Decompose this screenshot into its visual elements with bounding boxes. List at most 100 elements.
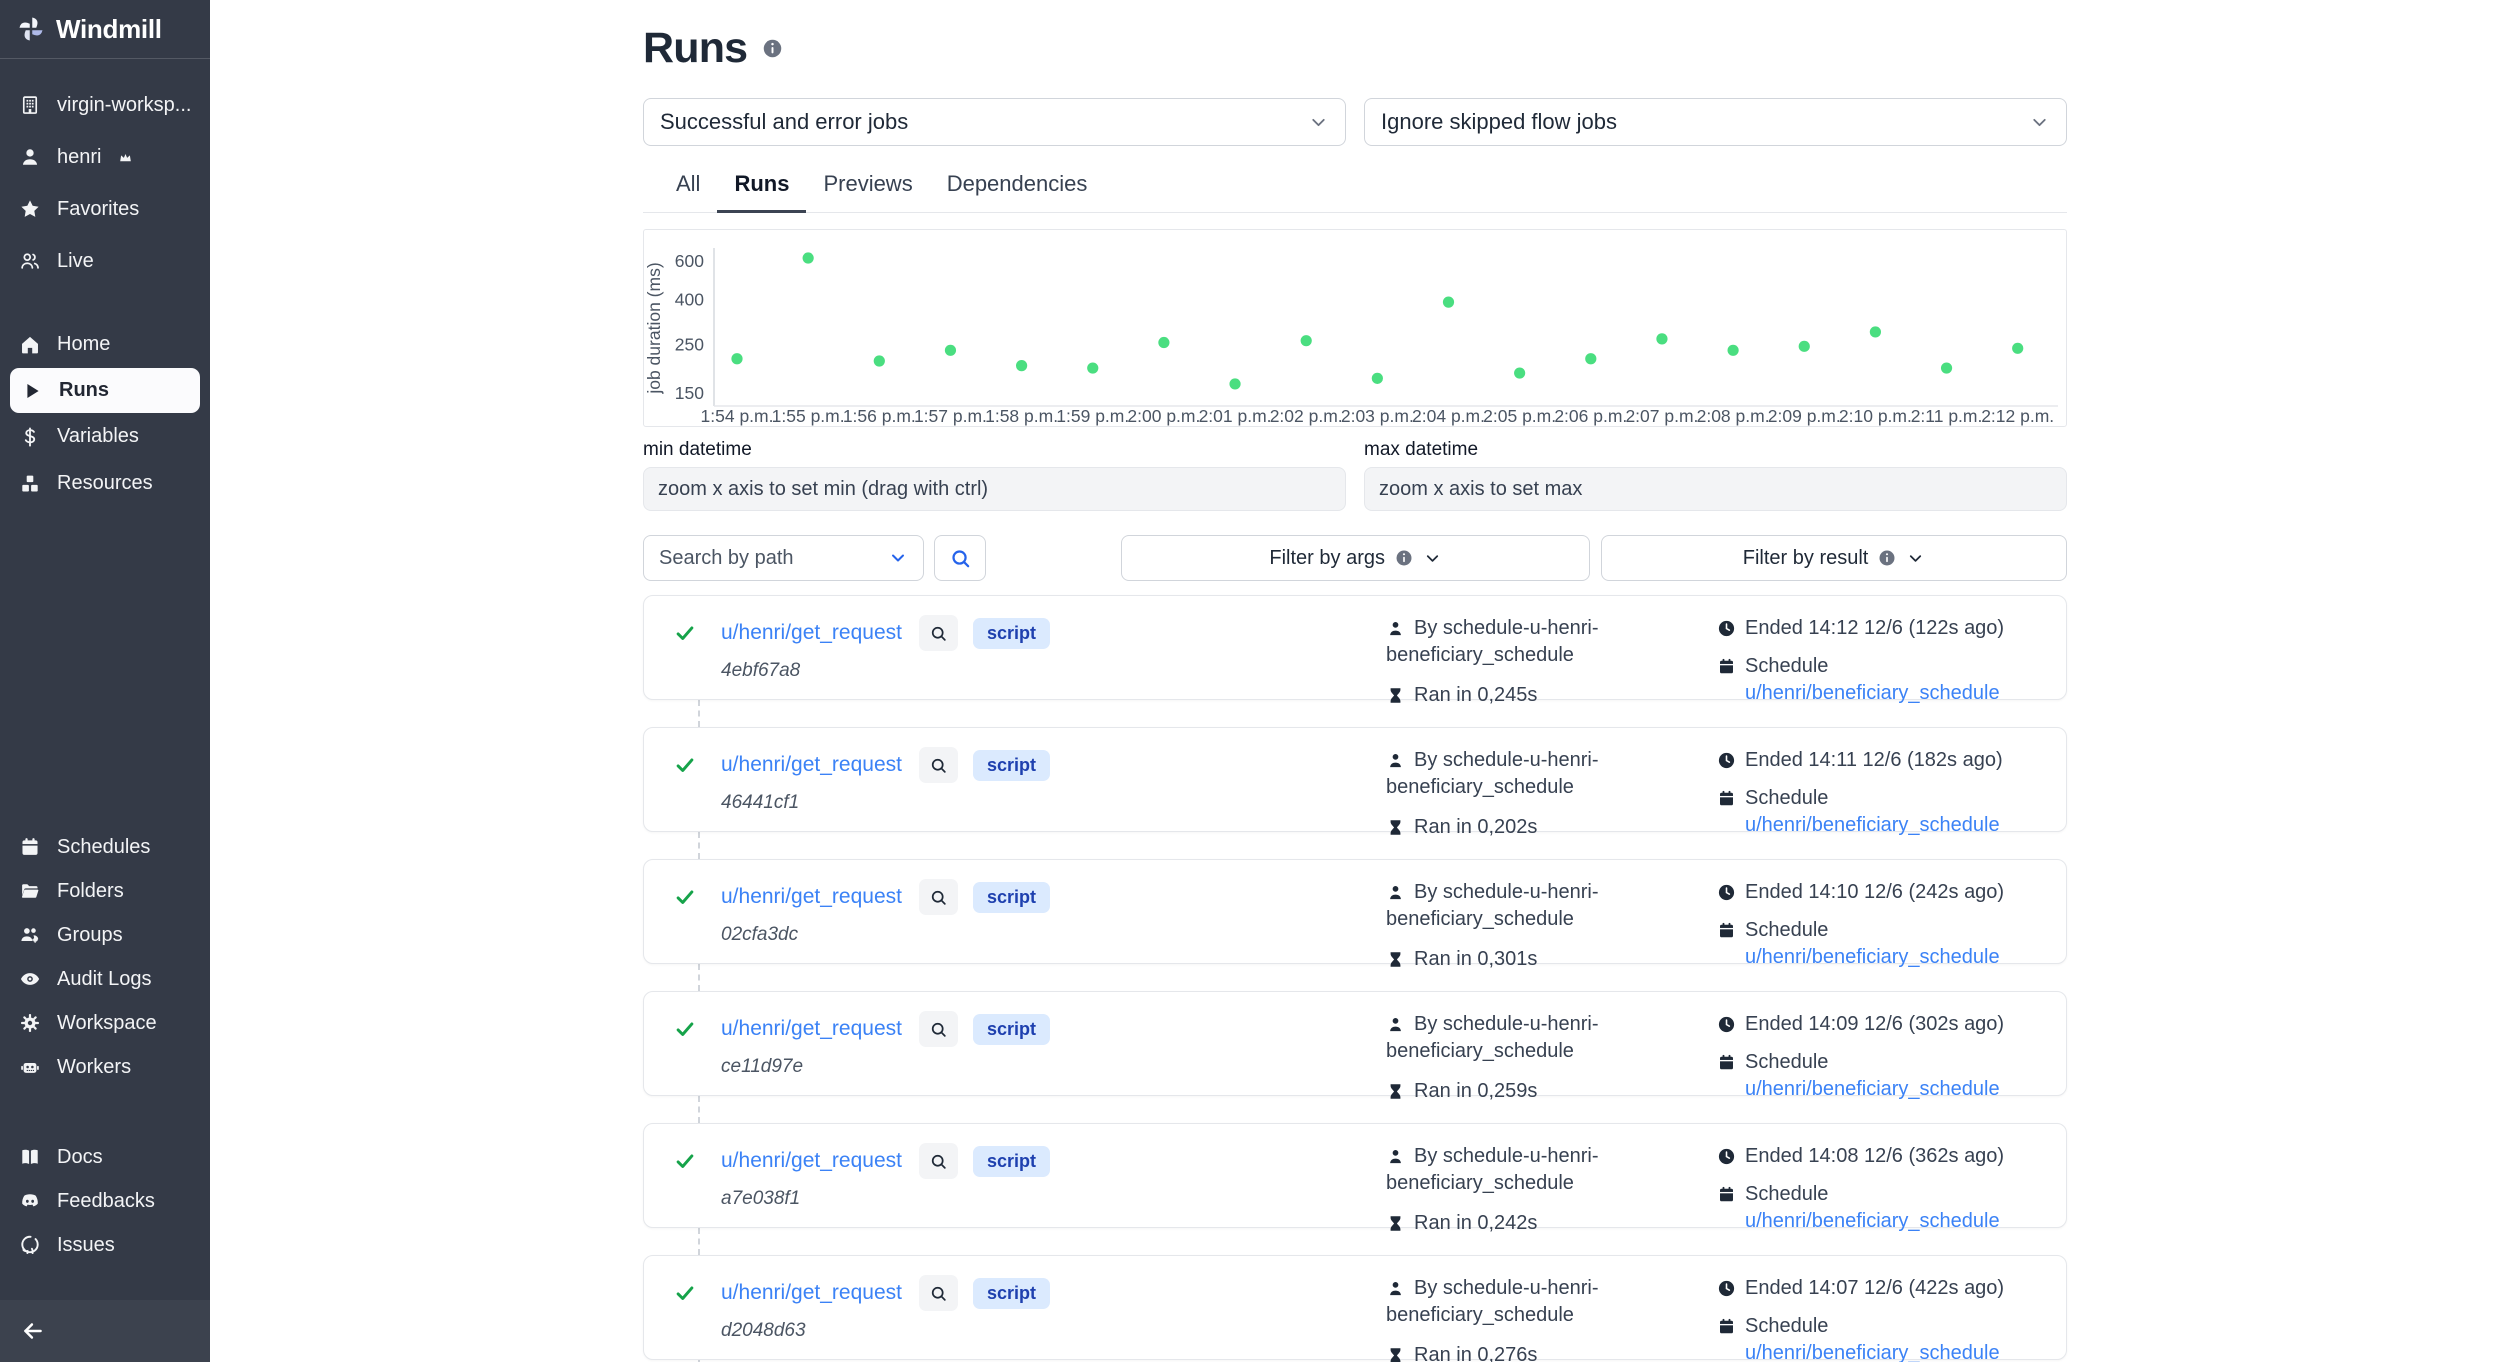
run-details-search-button[interactable]: [919, 615, 958, 651]
data-point: [1443, 297, 1454, 308]
eye-icon: [18, 967, 42, 991]
sidebar-item-live[interactable]: Live: [0, 235, 210, 287]
job-kind-badge: script: [973, 1014, 1050, 1045]
sidebar-item-label: Runs: [59, 379, 109, 402]
filter-args-label: Filter by args: [1269, 547, 1385, 570]
max-datetime-input[interactable]: [1364, 467, 2067, 511]
sidebar-item-folders[interactable]: Folders: [0, 869, 210, 913]
max-datetime-label: max datetime: [1364, 439, 2067, 461]
success-check-icon: [674, 1018, 696, 1040]
scatter-plot-canvas[interactable]: 600400250150job duration (ms)1:54 p.m.1:…: [644, 230, 2066, 426]
run-path-link[interactable]: u/henri/get_request: [721, 885, 902, 909]
sidebar-item-label: henri: [57, 146, 101, 169]
sidebar-item-label: Workspace: [57, 1012, 157, 1035]
hourglass-icon: [1386, 950, 1405, 969]
sidebar-item-groups[interactable]: Groups: [0, 913, 210, 957]
run-ended-at: Ended 14:09 12/6 (302s ago): [1717, 1011, 2062, 1038]
run-trigger-schedule-name: beneficiary_schedule: [1386, 906, 1696, 933]
sidebar-item-schedules[interactable]: Schedules: [0, 825, 210, 869]
job-kind-badge: script: [973, 1278, 1050, 1309]
job-kind-badge: script: [973, 750, 1050, 781]
tab-runs[interactable]: Runs: [717, 171, 806, 213]
tab-previews[interactable]: Previews: [806, 171, 929, 213]
runs-info-icon[interactable]: [762, 38, 783, 59]
sidebar-item-label: Audit Logs: [57, 968, 152, 991]
chevron-down-icon: [1906, 549, 1925, 568]
sidebar-item-workers[interactable]: Workers: [0, 1045, 210, 1089]
sidebar-item-issues[interactable]: Issues: [0, 1223, 210, 1267]
schedule-link[interactable]: u/henri/beneficiary_schedule: [1745, 1342, 2000, 1362]
run-card[interactable]: u/henri/get_requestscript4ebf67a8By sche…: [643, 595, 2067, 700]
job-status-select[interactable]: Successful and error jobs: [643, 98, 1346, 146]
sidebar-item-label: Feedbacks: [57, 1190, 155, 1213]
filter-by-result-button[interactable]: Filter by result: [1601, 535, 2067, 581]
search-by-path-select[interactable]: Search by path: [643, 535, 924, 581]
data-point: [1301, 335, 1312, 346]
data-point: [1016, 360, 1027, 371]
schedule-link[interactable]: u/henri/beneficiary_schedule: [1745, 1210, 2000, 1232]
sidebar-item-runs[interactable]: Runs: [10, 368, 200, 413]
run-card[interactable]: u/henri/get_requestscriptce11d97eBy sche…: [643, 991, 2067, 1096]
sidebar-item-variables[interactable]: Variables: [0, 413, 210, 460]
run-card[interactable]: u/henri/get_requestscript02cfa3dcBy sche…: [643, 859, 2067, 964]
home-icon: [18, 333, 42, 357]
sidebar-item-resources[interactable]: Resources: [0, 460, 210, 507]
calendar-solid-icon: [1717, 921, 1736, 940]
job-duration-chart[interactable]: 600400250150job duration (ms)1:54 p.m.1:…: [643, 229, 2067, 427]
run-card[interactable]: u/henri/get_requestscript46441cf1By sche…: [643, 727, 2067, 832]
run-card[interactable]: u/henri/get_requestscripta7e038f1By sche…: [643, 1123, 2067, 1228]
data-point: [1229, 378, 1240, 389]
run-details-search-button[interactable]: [919, 747, 958, 783]
filter-by-args-button[interactable]: Filter by args: [1121, 535, 1590, 581]
y-tick-label: 400: [675, 290, 704, 310]
tab-all[interactable]: All: [659, 171, 717, 213]
run-details-search-button[interactable]: [919, 1011, 958, 1047]
sidebar-item-feedbacks[interactable]: Feedbacks: [0, 1179, 210, 1223]
sidebar-item-favorites[interactable]: Favorites: [0, 183, 210, 235]
tab-dependencies[interactable]: Dependencies: [930, 171, 1105, 213]
schedule-link[interactable]: u/henri/beneficiary_schedule: [1745, 814, 2000, 836]
skipped-flow-select[interactable]: Ignore skipped flow jobs: [1364, 98, 2067, 146]
run-path-link[interactable]: u/henri/get_request: [721, 1149, 902, 1173]
schedule-link[interactable]: u/henri/beneficiary_schedule: [1745, 682, 2000, 704]
run-schedule: Schedule u/henri/beneficiary_schedule: [1717, 653, 2062, 707]
data-point: [1941, 362, 1952, 373]
run-card[interactable]: u/henri/get_requestscriptd2048d63By sche…: [643, 1255, 2067, 1360]
schedule-link[interactable]: u/henri/beneficiary_schedule: [1745, 1078, 2000, 1100]
sidebar-item-home[interactable]: Home: [0, 321, 210, 368]
y-tick-label: 600: [675, 251, 704, 271]
run-timing-info: Ended 14:07 12/6 (422s ago)Schedule u/he…: [1717, 1275, 2062, 1362]
bot-icon: [18, 1055, 42, 1079]
app-logo[interactable]: Windmill: [0, 0, 210, 59]
run-path-link[interactable]: u/henri/get_request: [721, 1281, 902, 1305]
sidebar-item-docs[interactable]: Docs: [0, 1135, 210, 1179]
calendar-icon: [18, 835, 42, 859]
data-point: [1585, 353, 1596, 364]
min-datetime-label: min datetime: [643, 439, 1346, 461]
min-datetime-input[interactable]: [643, 467, 1346, 511]
collapse-sidebar-button[interactable]: [0, 1300, 210, 1362]
run-ended-at: Ended 14:10 12/6 (242s ago): [1717, 879, 2062, 906]
x-tick-label: 1:59 p.m.: [1056, 406, 1129, 426]
sidebar-item-audit-logs[interactable]: Audit Logs: [0, 957, 210, 1001]
calendar-solid-icon: [1717, 1317, 1736, 1336]
data-point: [874, 355, 885, 366]
run-details-search-button[interactable]: [919, 1143, 958, 1179]
run-path-link[interactable]: u/henri/get_request: [721, 1017, 902, 1041]
schedule-link[interactable]: u/henri/beneficiary_schedule: [1745, 946, 2000, 968]
search-icon: [929, 1020, 948, 1039]
run-path-link[interactable]: u/henri/get_request: [721, 621, 902, 645]
meta-nav: Docs Feedbacks Issues: [0, 1135, 210, 1267]
sidebar-item-workspace[interactable]: Workspace: [0, 1001, 210, 1045]
search-button[interactable]: [934, 535, 986, 581]
run-path-link[interactable]: u/henri/get_request: [721, 753, 902, 777]
run-ended-at: Ended 14:11 12/6 (182s ago): [1717, 747, 2062, 774]
y-tick-label: 250: [675, 334, 704, 354]
x-tick-label: 2:05 p.m.: [1483, 406, 1556, 426]
sidebar-item-virgin-worksp[interactable]: virgin-worksp...: [0, 79, 210, 131]
run-details-search-button[interactable]: [919, 879, 958, 915]
run-details-search-button[interactable]: [919, 1275, 958, 1311]
sidebar-item-henri[interactable]: henri: [0, 131, 210, 183]
run-trigger-info: By schedule-u-henri-beneficiary_schedule…: [1386, 1275, 1696, 1362]
run-timing-info: Ended 14:12 12/6 (122s ago)Schedule u/he…: [1717, 615, 2062, 707]
